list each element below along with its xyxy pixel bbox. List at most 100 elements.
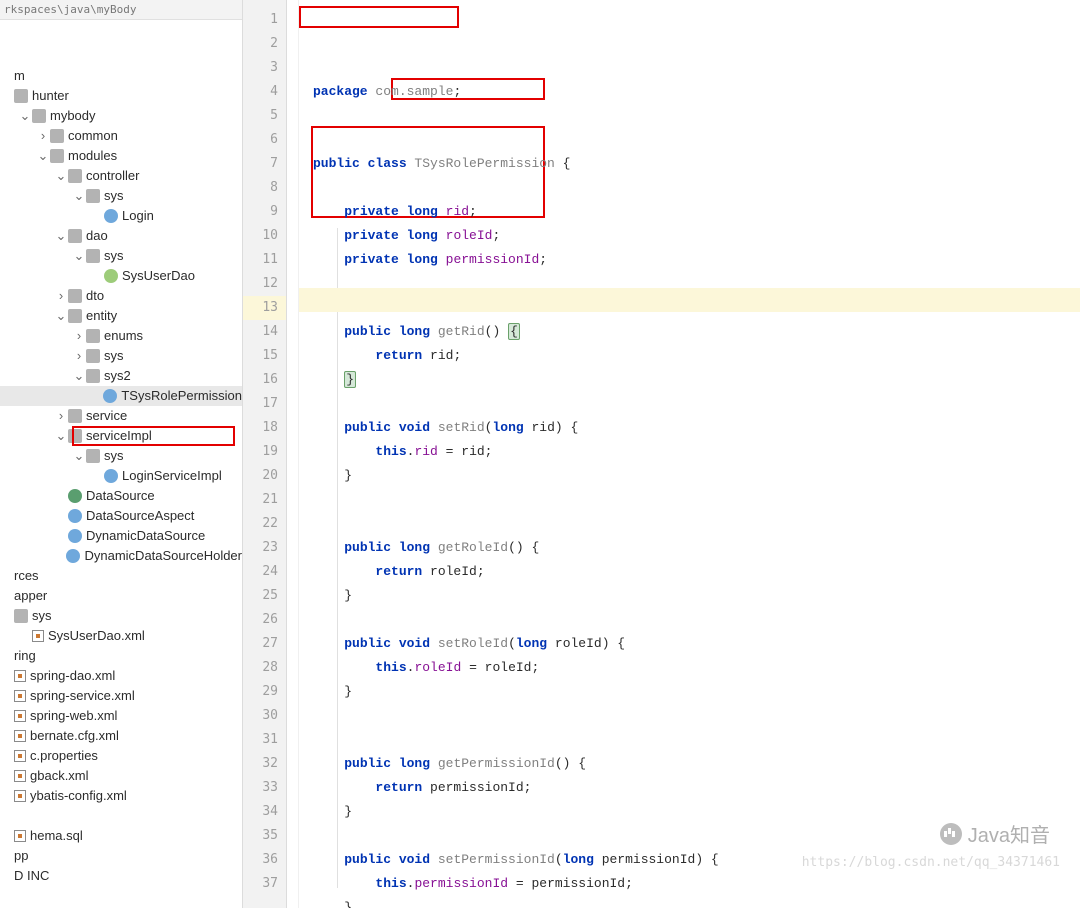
tree-node[interactable]: ›common <box>0 126 242 146</box>
project-sidebar[interactable]: rkspaces\java\myBody mhunter⌄mybody›comm… <box>0 0 243 908</box>
tree-node[interactable]: ⌄modules <box>0 146 242 166</box>
tree-node[interactable]: apper <box>0 586 242 606</box>
code-line[interactable]: } <box>313 584 1080 608</box>
code-line[interactable]: this.roleId = roleId; <box>313 656 1080 680</box>
tree-node[interactable]: LoginServiceImpl <box>0 466 242 486</box>
code-line[interactable] <box>313 608 1080 632</box>
code-line[interactable]: public long getRoleId() { <box>313 536 1080 560</box>
tree-node[interactable]: m <box>0 66 242 86</box>
code-line[interactable] <box>313 704 1080 728</box>
code-line[interactable]: package com.sample; <box>313 80 1080 104</box>
code-line[interactable]: public long getRid() { <box>313 320 1080 344</box>
code-line[interactable]: } <box>313 800 1080 824</box>
code-line[interactable] <box>313 488 1080 512</box>
tree-node[interactable]: sys <box>0 606 242 626</box>
code-line[interactable]: public void setPermissionId(long permiss… <box>313 848 1080 872</box>
code-line[interactable] <box>313 128 1080 152</box>
expand-icon[interactable]: › <box>56 286 66 306</box>
expand-icon[interactable]: ⌄ <box>38 146 48 166</box>
code-line[interactable]: this.permissionId = permissionId; <box>313 872 1080 896</box>
code-line[interactable]: private long roleId; <box>313 224 1080 248</box>
tree-node[interactable] <box>0 806 242 826</box>
tree-node[interactable]: DynamicDataSourceHolder <box>0 546 242 566</box>
project-tree[interactable]: mhunter⌄mybody›common⌄modules⌄controller… <box>0 20 242 886</box>
tree-node[interactable]: pp <box>0 846 242 866</box>
expand-icon[interactable]: › <box>74 346 84 366</box>
expand-icon[interactable]: › <box>56 406 66 426</box>
tree-node[interactable]: ⌄dao <box>0 226 242 246</box>
code-line[interactable]: public class TSysRolePermission { <box>313 152 1080 176</box>
expand-icon[interactable]: ⌄ <box>74 446 84 466</box>
tree-node[interactable]: ⌄sys2 <box>0 366 242 386</box>
code-line[interactable]: } <box>313 368 1080 392</box>
code-line[interactable]: private long rid; <box>313 200 1080 224</box>
code-editor[interactable]: 1234567891011121314151617181920212223242… <box>243 0 1080 908</box>
code-line[interactable]: } <box>313 896 1080 908</box>
code-line[interactable] <box>313 104 1080 128</box>
expand-icon[interactable]: ⌄ <box>56 306 66 326</box>
tree-node[interactable]: ring <box>0 646 242 666</box>
code-line[interactable] <box>313 392 1080 416</box>
tree-node[interactable]: ›service <box>0 406 242 426</box>
tree-node[interactable]: hunter <box>0 86 242 106</box>
tree-node[interactable]: Login <box>0 206 242 226</box>
tree-node-label: TSysRolePermission <box>121 386 242 406</box>
xml-icon <box>14 790 26 802</box>
expand-icon[interactable]: › <box>38 126 48 146</box>
tree-node[interactable]: DataSource <box>0 486 242 506</box>
expand-icon[interactable]: ⌄ <box>56 166 66 186</box>
tree-node[interactable]: ›enums <box>0 326 242 346</box>
code-line[interactable] <box>313 728 1080 752</box>
expand-icon[interactable]: ⌄ <box>56 226 66 246</box>
code-line[interactable]: } <box>313 680 1080 704</box>
expand-icon[interactable]: ⌄ <box>74 186 84 206</box>
tree-node[interactable]: ⌄entity <box>0 306 242 326</box>
tree-node[interactable]: ⌄mybody <box>0 106 242 126</box>
tree-node[interactable]: ⌄serviceImpl <box>0 426 242 446</box>
code-line[interactable]: return permissionId; <box>313 776 1080 800</box>
tree-node[interactable]: spring-dao.xml <box>0 666 242 686</box>
tree-node[interactable]: spring-service.xml <box>0 686 242 706</box>
code-line[interactable]: this.rid = rid; <box>313 440 1080 464</box>
tree-node[interactable]: D INC <box>0 866 242 886</box>
code-line[interactable]: public void setRoleId(long roleId) { <box>313 632 1080 656</box>
expand-icon[interactable]: ⌄ <box>20 106 30 126</box>
code-line[interactable] <box>313 296 1080 320</box>
code-line[interactable]: public long getPermissionId() { <box>313 752 1080 776</box>
code-line[interactable]: } <box>313 464 1080 488</box>
code-line[interactable]: private long permissionId; <box>313 248 1080 272</box>
code-line[interactable] <box>313 512 1080 536</box>
code-line[interactable] <box>313 176 1080 200</box>
code-line[interactable] <box>313 824 1080 848</box>
tree-node[interactable]: rces <box>0 566 242 586</box>
tree-node[interactable]: hema.sql <box>0 826 242 846</box>
tree-node[interactable]: gback.xml <box>0 766 242 786</box>
code-line[interactable]: public void setRid(long rid) { <box>313 416 1080 440</box>
tree-node[interactable]: DataSourceAspect <box>0 506 242 526</box>
tree-node[interactable]: bernate.cfg.xml <box>0 726 242 746</box>
tree-node[interactable]: ⌄sys <box>0 246 242 266</box>
tree-node[interactable] <box>0 26 242 46</box>
code-area[interactable]: package com.sample; public class TSysRol… <box>299 0 1080 908</box>
tree-node[interactable]: DynamicDataSource <box>0 526 242 546</box>
tree-node[interactable]: c.properties <box>0 746 242 766</box>
expand-icon[interactable]: ⌄ <box>74 366 84 386</box>
code-line[interactable]: return roleId; <box>313 560 1080 584</box>
tree-node[interactable]: SysUserDao.xml <box>0 626 242 646</box>
expand-icon[interactable]: ⌄ <box>56 426 66 446</box>
code-line[interactable]: return rid; <box>313 344 1080 368</box>
tree-node[interactable]: ›sys <box>0 346 242 366</box>
tree-node[interactable] <box>0 46 242 66</box>
tree-node[interactable]: spring-web.xml <box>0 706 242 726</box>
code-line[interactable] <box>313 272 1080 296</box>
tree-node[interactable]: SysUserDao <box>0 266 242 286</box>
expand-icon[interactable]: › <box>74 326 84 346</box>
expand-icon[interactable]: ⌄ <box>74 246 84 266</box>
tree-node[interactable]: ybatis-config.xml <box>0 786 242 806</box>
tree-node[interactable]: ⌄sys <box>0 446 242 466</box>
tree-node[interactable]: TSysRolePermission <box>0 386 242 406</box>
tree-node[interactable]: ›dto <box>0 286 242 306</box>
tree-node[interactable]: ⌄sys <box>0 186 242 206</box>
tree-node-label: m <box>14 66 25 86</box>
tree-node[interactable]: ⌄controller <box>0 166 242 186</box>
